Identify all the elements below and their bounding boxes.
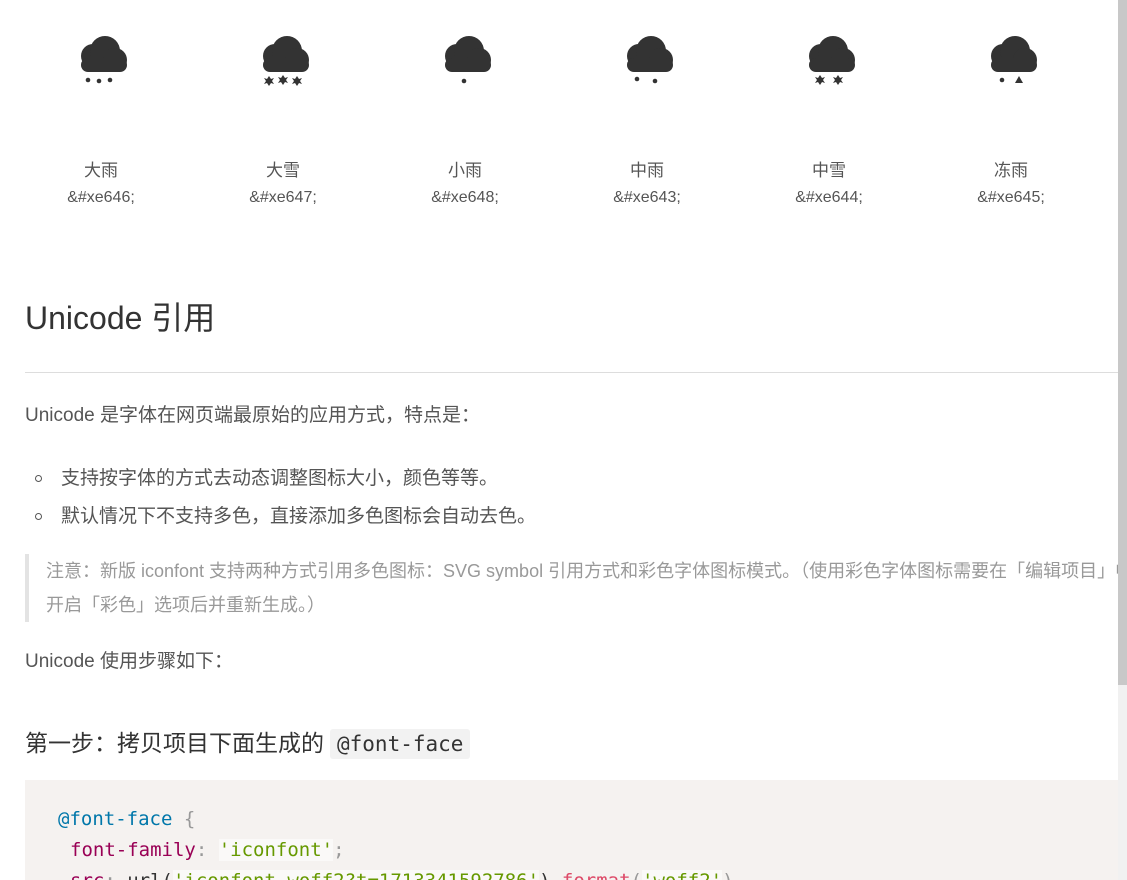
section-title: Unicode 引用 bbox=[25, 300, 216, 336]
step1-title: 第一步：拷贝项目下面生成的 bbox=[25, 730, 324, 756]
note-line: 开启「彩色」选项后并重新生成。） bbox=[46, 595, 325, 615]
icon-name: 中雪 bbox=[812, 161, 846, 180]
icon-code: &#xe645; bbox=[977, 189, 1045, 206]
code-string: 'woff2' bbox=[642, 870, 723, 880]
code-string: 'iconfont.woff2?t=1713341592786' bbox=[172, 870, 540, 880]
heavy-rain-icon bbox=[81, 36, 127, 84]
note-blockquote: 注意：新版 iconfont 支持两种方式引用多色图标：SVG symbol 引… bbox=[25, 554, 1118, 622]
icon-code: &#xe646; bbox=[67, 189, 135, 206]
icon-card: 冻雨 &#xe645; bbox=[920, 30, 1102, 212]
icon-name: 中雨 bbox=[630, 161, 664, 180]
page: 大雨 &#xe646; 大雪 &#xe647; 小雨 &#xe648; 中雨 &… bbox=[0, 0, 1118, 880]
code-punctuation: ; bbox=[333, 839, 345, 861]
moderate-rain-icon bbox=[627, 36, 673, 84]
icon-card: 大雪 &#xe647; bbox=[192, 30, 374, 212]
steps-intro: Unicode 使用步骤如下： bbox=[25, 651, 233, 672]
code-atrule: @font-face bbox=[58, 808, 173, 830]
icon-name: 冻雨 bbox=[994, 161, 1028, 180]
code-punctuation: : bbox=[104, 870, 127, 880]
code-punctuation: ( bbox=[631, 870, 642, 880]
code-line: @font-face { bbox=[58, 804, 1118, 835]
heavy-snow-icon bbox=[263, 36, 309, 86]
code-line: src: url('iconfont.woff2?t=1713341592786… bbox=[58, 866, 1118, 880]
icon-name: 大雪 bbox=[266, 161, 300, 180]
code-punctuation: ) bbox=[722, 870, 733, 880]
list-item-text: 支持按字体的方式去动态调整图标大小，颜色等等。 bbox=[61, 468, 499, 489]
vertical-scrollbar[interactable] bbox=[1118, 0, 1127, 880]
moderate-snow-icon bbox=[809, 36, 855, 85]
bullet-icon bbox=[35, 513, 42, 520]
icon-card: 小雨 &#xe648; bbox=[374, 30, 556, 212]
icon-name: 小雨 bbox=[448, 161, 482, 180]
list-item: 支持按字体的方式去动态调整图标大小，颜色等等。 bbox=[25, 460, 536, 498]
bullet-icon bbox=[35, 475, 42, 482]
feature-list: 支持按字体的方式去动态调整图标大小，颜色等等。 默认情况下不支持多色，直接添加多… bbox=[25, 460, 536, 536]
icon-card: 中雨 &#xe643; bbox=[556, 30, 738, 212]
code-line: font-family: 'iconfont'; bbox=[58, 835, 1118, 866]
freezing-rain-icon bbox=[991, 36, 1037, 83]
intro-text: Unicode 是字体在网页端最原始的应用方式，特点是： bbox=[25, 405, 480, 426]
light-rain-icon bbox=[445, 36, 491, 84]
icon-code: &#xe647; bbox=[249, 189, 317, 206]
step1-heading: 第一步：拷贝项目下面生成的 @font-face bbox=[25, 726, 471, 760]
inline-code: @font-face bbox=[330, 729, 471, 759]
code-string: 'iconfont' bbox=[218, 839, 334, 861]
code-punctuation: : bbox=[195, 839, 219, 861]
scrollbar-thumb[interactable] bbox=[1118, 0, 1127, 685]
code-url: url( bbox=[127, 870, 173, 880]
icon-grid: 大雨 &#xe646; 大雪 &#xe647; 小雨 &#xe648; 中雨 &… bbox=[10, 30, 1110, 230]
icon-card: 中雪 &#xe644; bbox=[738, 30, 920, 212]
code-property: src bbox=[70, 870, 104, 880]
icon-name: 大雨 bbox=[84, 161, 118, 180]
divider bbox=[25, 372, 1118, 373]
icon-code: &#xe648; bbox=[431, 189, 499, 206]
list-item-text: 默认情况下不支持多色，直接添加多色图标会自动去色。 bbox=[61, 506, 537, 527]
code-punctuation: { bbox=[172, 808, 196, 830]
code-property: font-family bbox=[70, 839, 196, 861]
icon-code: &#xe643; bbox=[613, 189, 681, 206]
icon-code: &#xe644; bbox=[795, 189, 863, 206]
code-function: format bbox=[550, 870, 631, 880]
list-item: 默认情况下不支持多色，直接添加多色图标会自动去色。 bbox=[25, 498, 536, 536]
code-punctuation: ) bbox=[539, 870, 550, 880]
note-line: 注意：新版 iconfont 支持两种方式引用多色图标：SVG symbol 引… bbox=[46, 561, 1118, 581]
code-block: @font-face {font-family: 'iconfont';src:… bbox=[25, 780, 1118, 880]
icon-card: 大雨 &#xe646; bbox=[10, 30, 192, 212]
